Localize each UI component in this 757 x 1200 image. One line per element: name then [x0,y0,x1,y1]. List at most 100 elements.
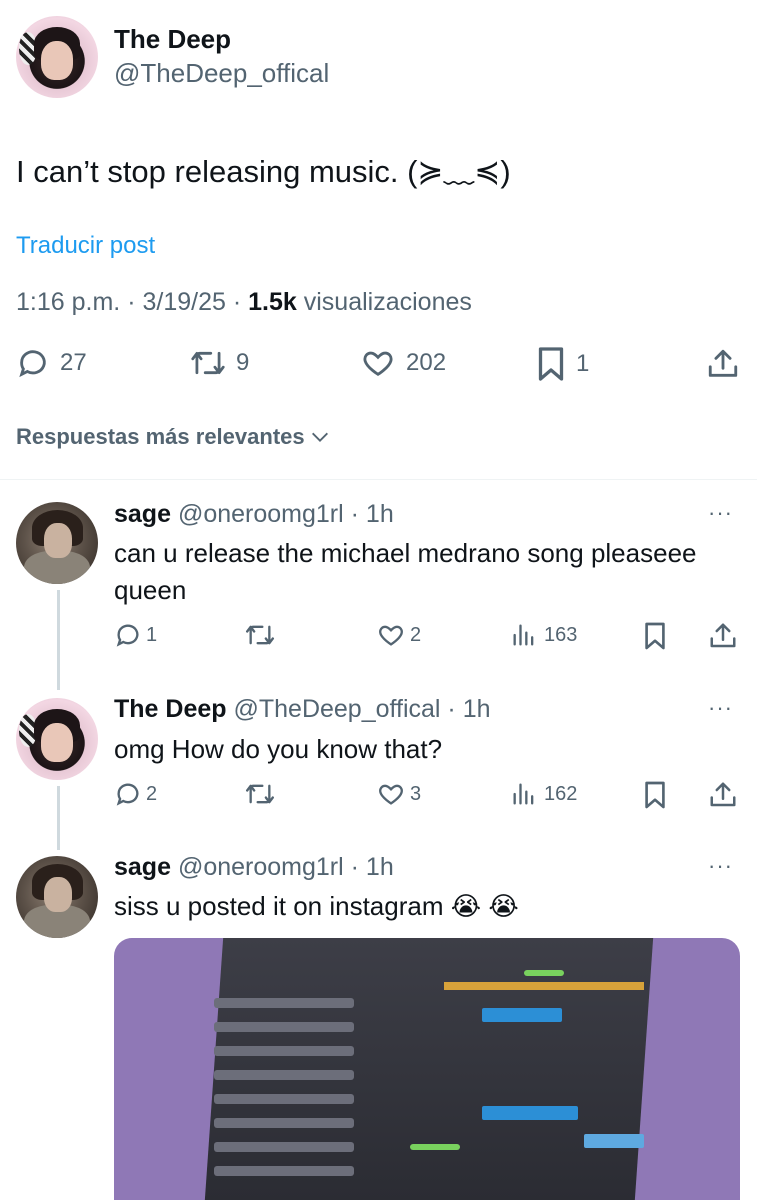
bookmark-button[interactable]: 1 [536,346,589,382]
reply-count: 1 [146,623,158,646]
bookmark-icon [538,347,564,381]
reply-author-name[interactable]: sage [114,853,171,881]
views-button[interactable]: 163 [510,621,577,649]
views-icon [513,783,534,805]
author-handle[interactable]: @TheDeep_offical [114,58,329,89]
bookmark-icon [645,622,665,650]
share-icon [710,623,736,648]
reply-icon [116,624,139,647]
reply-author-handle[interactable]: @oneroomg1rl [178,500,344,528]
repost-icon [191,351,225,375]
like-count: 3 [410,782,422,805]
avatar-face [40,722,74,762]
share-icon [708,349,738,377]
like-count: 202 [406,349,447,376]
reply-age[interactable]: 1h [366,853,394,881]
media-screen [204,938,654,1200]
share-button[interactable] [706,346,740,382]
post-meta: 1:16 p.m. · 3/19/25 · 1.5k visualizacion… [16,288,472,317]
reply-header: sage @oneroomg1rl · 1h [114,500,394,529]
post-date[interactable]: 3/19/25 [142,288,225,316]
avatar-face [40,40,74,80]
reply-age[interactable]: 1h [463,695,491,723]
avatar-face [43,523,72,558]
reply-count: 2 [146,782,158,805]
views-count: 162 [544,782,578,805]
reply-button[interactable]: 2 [114,780,157,808]
views-count: 163 [544,623,578,646]
like-icon [379,625,403,646]
reply-author-name[interactable]: sage [114,500,171,528]
author-name[interactable]: The Deep [114,24,231,55]
divider [0,479,757,480]
reply-media-image[interactable] [114,938,740,1200]
more-icon[interactable]: ··· [708,695,733,721]
media-region [214,998,354,1008]
like-button[interactable]: 202 [360,346,446,380]
reply-count: 27 [60,349,87,376]
reply-avatar[interactable] [16,502,98,584]
thread-line [57,786,60,850]
repost-button[interactable] [244,780,276,808]
views-label: visualizaciones [303,288,472,316]
media-region [214,1022,354,1032]
repost-count: 9 [236,349,250,376]
like-button[interactable]: 2 [376,621,421,649]
reply-text-line: can u release the michael medrano song p… [114,538,697,568]
reply-button[interactable]: 27 [16,346,87,380]
repost-button[interactable] [244,621,276,649]
meta-separator: · [447,695,456,723]
media-region [214,1166,354,1176]
reply-header: sage @oneroomg1rl · 1h [114,853,394,882]
views-button[interactable]: 162 [510,780,577,808]
bookmark-button[interactable] [643,621,667,651]
chevron-down-icon [311,432,328,442]
reply-avatar[interactable] [16,698,98,780]
media-region [214,1070,354,1080]
replies-sort-label: Respuestas más relevantes [16,424,305,449]
reply-avatar[interactable] [16,856,98,938]
reply-icon [116,783,139,806]
share-button[interactable] [708,621,738,651]
translate-link[interactable]: Traducir post [16,232,155,260]
media-region [214,1118,354,1128]
post-time[interactable]: 1:16 p.m. [16,288,120,316]
author-avatar[interactable] [16,16,98,98]
reply-text-line: siss u posted it on instagram 😭 😭 [114,891,519,921]
more-icon[interactable]: ··· [708,853,733,879]
thread-line [57,590,60,690]
meta-separator: · [350,500,359,528]
media-region [482,1008,562,1022]
like-icon [379,784,403,805]
reply-author-name[interactable]: The Deep [114,695,227,723]
post-text: I can’t stop releasing music. (≽﹏≼) [16,154,511,189]
like-button[interactable]: 3 [376,780,421,808]
reply-text-line: omg How do you know that? [114,734,443,764]
repost-icon [246,784,275,804]
views-icon [513,624,534,646]
views-count: 1.5k [248,288,297,316]
reply-icon [19,350,46,378]
share-button[interactable] [708,780,738,810]
media-region [444,982,644,990]
bookmark-button[interactable] [643,780,667,810]
media-region [410,1144,460,1150]
meta-separator: · [232,288,249,316]
reply-age[interactable]: 1h [366,500,394,528]
bookmark-count: 1 [576,350,590,377]
media-region [584,1134,644,1148]
replies-sort-selector[interactable]: Respuestas más relevantes [16,424,331,450]
reply-author-handle[interactable]: @oneroomg1rl [178,853,344,881]
avatar-face [43,877,72,912]
share-icon [710,782,736,807]
media-region [214,1142,354,1152]
media-region [214,1046,354,1056]
more-icon[interactable]: ··· [708,500,733,526]
like-count: 2 [410,623,422,646]
reply-author-handle[interactable]: @TheDeep_offical [233,695,440,723]
like-icon [363,351,393,376]
meta-separator: · [127,288,143,316]
repost-button[interactable]: 9 [190,346,249,380]
reply-header: The Deep @TheDeep_offical · 1h [114,695,491,724]
reply-button[interactable]: 1 [114,621,157,649]
